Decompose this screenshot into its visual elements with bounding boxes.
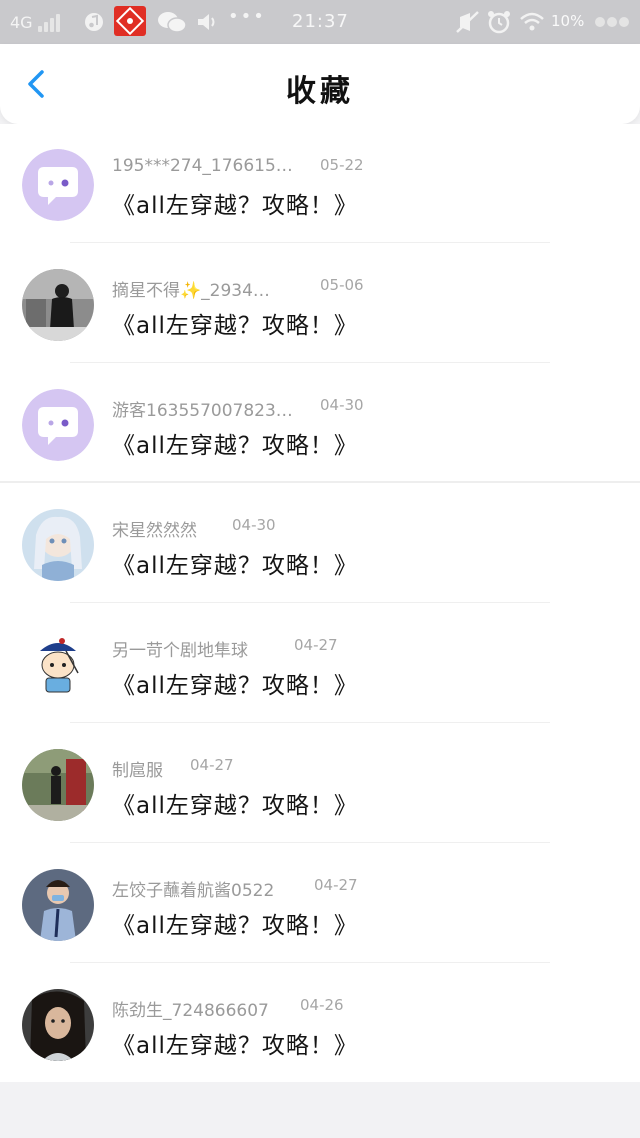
avatar[interactable] xyxy=(22,749,94,821)
favorites-list: 195***274_176615… 05-22 《all左穿越？攻略！》 摘星不… xyxy=(0,124,640,1082)
author-name: 摘星不得✨_2934… xyxy=(112,281,270,301)
item-title[interactable]: 《all左穿越？攻略！》 xyxy=(112,426,358,460)
avatar[interactable] xyxy=(22,269,94,341)
author-name: 游客163557007823… xyxy=(112,401,293,421)
avatar[interactable] xyxy=(22,869,94,941)
list-item[interactable]: 摘星不得✨_2934… 05-06 《all左穿越？攻略！》 xyxy=(0,244,640,363)
list-item[interactable]: 另一苛个剧地隼球 04-27 《all左穿越？攻略！》 xyxy=(0,604,640,723)
divider xyxy=(70,242,550,243)
item-meta: 195***274_176615… 05-22 xyxy=(112,156,364,176)
divider xyxy=(70,962,550,963)
divider xyxy=(70,842,550,843)
list-item[interactable]: 宋星然然然 04-30 《all左穿越？攻略！》 xyxy=(0,484,640,603)
item-meta: 左饺子蘸着航酱0522 04-27 xyxy=(112,876,358,901)
item-meta: 宋星然然然 04-30 xyxy=(112,516,276,541)
item-title[interactable]: 《all左穿越？攻略！》 xyxy=(112,1026,358,1060)
shopping-app-icon xyxy=(114,6,146,36)
item-date: 04-27 xyxy=(294,636,338,654)
divider xyxy=(70,722,550,723)
avatar[interactable] xyxy=(22,509,94,581)
author-name: 另一苛个剧地隼球 xyxy=(112,641,248,661)
list-item[interactable]: 195***274_176615… 05-22 《all左穿越？攻略！》 xyxy=(0,124,640,243)
divider xyxy=(70,362,550,363)
item-date: 04-30 xyxy=(232,516,276,534)
status-bar: 4G ••• 21:37 10% xyxy=(0,0,640,44)
item-date: 05-06 xyxy=(320,276,364,294)
author-name: 制扈服 xyxy=(112,761,163,781)
divider xyxy=(70,602,550,603)
avatar[interactable] xyxy=(22,389,94,461)
battery-icon xyxy=(595,17,629,27)
wechat-icon xyxy=(158,12,187,33)
item-title[interactable]: 《all左穿越？攻略！》 xyxy=(112,786,358,820)
mute-icon xyxy=(456,11,479,33)
item-title[interactable]: 《all左穿越？攻略！》 xyxy=(112,666,358,700)
header-bar: 收藏 xyxy=(0,44,640,124)
item-meta: 陈劲生_724866607 04-26 xyxy=(112,996,344,1021)
signal-icon xyxy=(38,12,64,32)
battery-level: 10% xyxy=(551,12,585,30)
list-item[interactable]: 陈劲生_724866607 04-26 《all左穿越？攻略！》 xyxy=(0,964,640,1083)
music-icon xyxy=(85,13,103,31)
item-date: 04-30 xyxy=(320,396,364,414)
volume-icon xyxy=(198,14,215,30)
author-name: 宋星然然然 xyxy=(112,521,197,541)
avatar[interactable] xyxy=(22,629,94,701)
alarm-icon xyxy=(488,11,510,34)
avatar[interactable] xyxy=(22,989,94,1061)
avatar[interactable] xyxy=(22,149,94,221)
item-title[interactable]: 《all左穿越？攻略！》 xyxy=(112,906,358,940)
list-item[interactable]: 左饺子蘸着航酱0522 04-27 《all左穿越？攻略！》 xyxy=(0,844,640,963)
list-item[interactable]: 游客163557007823… 04-30 《all左穿越？攻略！》 xyxy=(0,364,640,483)
network-indicator: 4G xyxy=(10,13,33,32)
wifi-icon xyxy=(520,12,544,31)
page-title: 收藏 xyxy=(286,74,354,109)
item-date: 04-27 xyxy=(314,876,358,894)
item-date: 05-22 xyxy=(320,156,364,174)
author-name: 陈劲生_724866607 xyxy=(112,1001,269,1021)
item-title[interactable]: 《all左穿越？攻略！》 xyxy=(112,306,358,340)
author-name: 左饺子蘸着航酱0522 xyxy=(112,881,275,901)
item-date: 04-26 xyxy=(300,996,344,1014)
clock: 21:37 xyxy=(292,11,349,32)
item-date: 04-27 xyxy=(190,756,234,774)
more-notifications-icon: ••• xyxy=(228,6,266,27)
item-meta: 游客163557007823… 04-30 xyxy=(112,396,364,421)
item-meta: 另一苛个剧地隼球 04-27 xyxy=(112,636,338,661)
list-item[interactable]: 制扈服 04-27 《all左穿越？攻略！》 xyxy=(0,724,640,843)
item-meta: 制扈服 04-27 xyxy=(112,756,234,781)
item-meta: 摘星不得✨_2934… 05-06 xyxy=(112,276,364,301)
item-title[interactable]: 《all左穿越？攻略！》 xyxy=(112,546,358,580)
item-title[interactable]: 《all左穿越？攻略！》 xyxy=(112,186,358,220)
divider xyxy=(0,481,640,483)
author-name: 195***274_176615… xyxy=(112,156,293,176)
